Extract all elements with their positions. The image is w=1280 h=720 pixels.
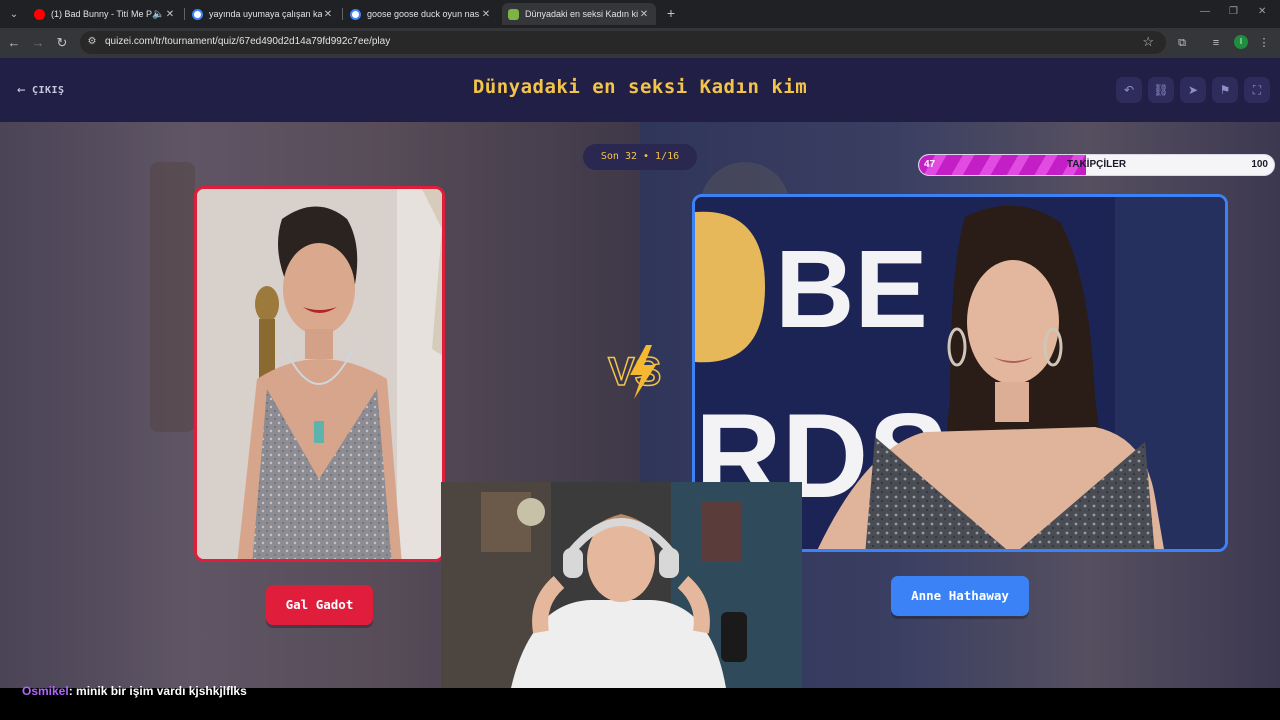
progress-max: 100	[1251, 159, 1268, 170]
youtube-icon	[34, 8, 45, 20]
tab-search-2[interactable]: goose goose duck oyun nasıl - ✕	[344, 3, 498, 25]
share-link-icon[interactable]: ⛓	[1148, 77, 1174, 103]
webcam-feed-image	[441, 482, 802, 688]
send-icon[interactable]: ➤	[1180, 77, 1206, 103]
tab-bad-bunny[interactable]: (1) Bad Bunny - Tití Me Pregu 🔈 ✕	[28, 3, 182, 25]
webcam-overlay	[441, 482, 802, 688]
tab-separator	[342, 8, 343, 20]
contestant-photo-left	[197, 189, 442, 559]
flag-icon[interactable]: ⚑	[1212, 77, 1238, 103]
tab-label: yayında uyumaya çalışan kadın	[209, 9, 322, 19]
round-indicator: Son 32 • 1/16	[583, 144, 697, 170]
profile-avatar[interactable]: I	[1234, 35, 1248, 49]
vs-lightning-icon: VS	[607, 345, 662, 399]
browser-chrome: ⌄ (1) Bad Bunny - Tití Me Pregu 🔈 ✕ yayı…	[0, 0, 1280, 58]
tab-search-1[interactable]: yayında uyumaya çalışan kadın ✕	[186, 3, 340, 25]
back-icon[interactable]: ←	[5, 34, 23, 52]
tab-label: (1) Bad Bunny - Tití Me Pregu	[51, 9, 152, 19]
restore-icon[interactable]: ❐	[1229, 6, 1238, 17]
address-text: quizei.com/tr/tournament/quiz/67ed490d2d…	[105, 36, 391, 47]
tab-label: Dünyadaki en seksi Kadın kim	[525, 9, 638, 19]
vote-button-left[interactable]: Gal Gadot	[266, 585, 373, 625]
tab-quiz-active[interactable]: Dünyadaki en seksi Kadın kim ✕	[502, 3, 656, 25]
close-window-icon[interactable]: ✕	[1258, 6, 1266, 17]
browser-toolbar: ← → ↻ ⚙ quizei.com/tr/tournament/quiz/67…	[0, 28, 1280, 58]
speaker-icon[interactable]: 🔈	[152, 9, 164, 20]
chat-username: Osmikel	[22, 684, 69, 698]
site-info-icon[interactable]: ⚙	[86, 36, 98, 48]
close-tab-icon[interactable]: ✕	[322, 9, 334, 20]
contestant-card-left[interactable]	[194, 186, 445, 562]
page-title: Dünyadaki en seksi Kadın kim	[472, 76, 808, 98]
tab-label: goose goose duck oyun nasıl -	[367, 9, 480, 19]
fullscreen-icon[interactable]: ⛶	[1244, 77, 1270, 103]
quizei-icon	[508, 8, 519, 20]
reading-list-icon[interactable]: ≡	[1208, 35, 1224, 51]
quiz-header: ← ÇIKIŞ Dünyadaki en seksi Kadın kim ↶ ⛓…	[0, 58, 1280, 122]
close-tab-icon[interactable]: ✕	[638, 9, 650, 20]
tab-strip: ⌄ (1) Bad Bunny - Tití Me Pregu 🔈 ✕ yayı…	[0, 0, 1280, 28]
close-tab-icon[interactable]: ✕	[480, 9, 492, 20]
extensions-icon[interactable]: ⧉	[1174, 35, 1190, 51]
new-tab-icon[interactable]: +	[664, 5, 678, 23]
tab-search-icon[interactable]: ⌄	[4, 4, 24, 24]
close-tab-icon[interactable]: ✕	[164, 9, 176, 20]
undo-icon[interactable]: ↶	[1116, 77, 1142, 103]
minimize-icon[interactable]: —	[1200, 6, 1210, 17]
address-bar[interactable]: ⚙ quizei.com/tr/tournament/quiz/67ed490d…	[80, 31, 1166, 54]
bookmark-star-icon[interactable]: ☆	[1142, 34, 1154, 50]
followers-progress-bar: 47 TAKİPÇİLER 100	[918, 154, 1275, 176]
bg-decor	[150, 162, 195, 432]
reload-icon[interactable]: ↻	[53, 34, 71, 52]
chat-message: Osmikel: minik bir işim vardı kjshkjlflk…	[22, 684, 247, 698]
svg-text:BE: BE	[775, 228, 928, 351]
vote-button-right[interactable]: Anne Hathaway	[891, 576, 1029, 616]
forward-icon[interactable]: →	[29, 34, 47, 52]
google-icon	[350, 8, 361, 20]
progress-label: TAKİPÇİLER	[1066, 159, 1127, 170]
menu-kebab-icon[interactable]: ⋮	[1256, 35, 1272, 51]
tab-separator	[184, 8, 185, 20]
chat-text: : minik bir işim vardı kjshkjlflks	[68, 684, 247, 698]
google-icon	[192, 8, 203, 20]
